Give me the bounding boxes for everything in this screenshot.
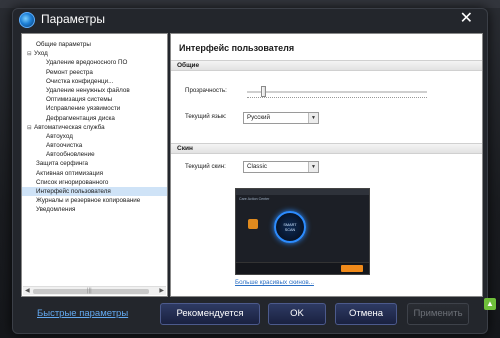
close-icon[interactable]: ✕	[460, 10, 473, 28]
transparency-slider[interactable]	[247, 86, 427, 98]
slider-thumb[interactable]	[261, 86, 266, 97]
tree-item-label: Уведомления	[36, 206, 76, 214]
tree-item[interactable]: Ремонт реестра	[22, 68, 167, 77]
page-title: Интерфейс пользователя	[179, 43, 295, 53]
tree-item[interactable]: Список игнорированного	[22, 178, 167, 187]
preview-ring-text: SMART SCAN	[283, 223, 297, 232]
language-value: Русский	[247, 114, 270, 121]
tree-item[interactable]: Автообновление	[22, 150, 167, 159]
titlebar: Параметры ✕	[13, 9, 487, 31]
window-title: Параметры	[41, 12, 105, 26]
tree-item-label: Автообновление	[46, 151, 95, 159]
tree-item[interactable]: Оптимизация системы	[22, 95, 167, 104]
tree-item[interactable]: Интерфейс пользователя	[22, 187, 167, 197]
skin-label: Текущий скин:	[185, 163, 226, 170]
tree-item-label: Удаление вредоносного ПО	[46, 59, 128, 67]
tree-item[interactable]: Активная оптимизация	[22, 169, 167, 178]
skin-preview-image: Care Action Center SMART SCAN	[235, 188, 370, 275]
cancel-button[interactable]: Отмена	[335, 303, 397, 325]
tree-item-label: Список игнорированного	[36, 178, 109, 186]
content-panel: Интерфейс пользователя Общие Прозрачност…	[170, 33, 483, 297]
skin-value: Classic	[247, 163, 267, 170]
tree-item-label: Ремонт реестра	[46, 68, 93, 76]
tree-item[interactable]: Журналы и резервное копирование	[22, 196, 167, 205]
skin-select[interactable]: Classic ▼	[243, 161, 319, 173]
language-label: Текущий язык:	[185, 113, 227, 120]
tree-item[interactable]: Уведомления	[22, 205, 167, 214]
preview-titlebar	[236, 189, 369, 195]
tree-horizontal-scrollbar[interactable]: ◀ ||| ▶	[23, 286, 166, 295]
tree-item[interactable]: Автоуход	[22, 132, 167, 141]
scroll-grip-icon: |||	[87, 288, 92, 294]
tree-item-label: Интерфейс пользователя	[36, 188, 111, 195]
apply-button[interactable]: Применить	[407, 303, 469, 325]
chevron-down-icon[interactable]: ▼	[308, 113, 318, 123]
section-general-header: Общие	[171, 60, 482, 71]
tree-item-label: Удаление ненужных файлов	[46, 86, 130, 94]
section-skins-header: Скин	[171, 143, 482, 154]
slider-line	[247, 91, 427, 93]
preview-smart-scan-ring: SMART SCAN	[274, 211, 306, 243]
settings-dialog: Параметры ✕ Общие параметры ⊟ Уход Удаление…	[12, 8, 488, 334]
chevron-down-icon[interactable]: ▼	[308, 162, 318, 172]
background-topbar	[0, 0, 500, 8]
update-badge-icon[interactable]: ▲	[484, 298, 496, 310]
tree-item-label: Журналы и резервное копирование	[36, 197, 141, 205]
tree-item[interactable]: ⊟ Уход	[22, 49, 167, 58]
language-select[interactable]: Русский ▼	[243, 112, 319, 124]
tree-item[interactable]: Очистка конфиденци...	[22, 77, 167, 86]
settings-tree[interactable]: Общие параметры ⊟ Уход Удаление вредоносног…	[21, 33, 168, 297]
app-logo-icon	[19, 12, 35, 28]
preview-tabs: Care Action Center	[239, 197, 270, 201]
tree-item[interactable]: Дефрагментация диска	[22, 114, 167, 123]
tree-item-label: Защита серфинга	[36, 160, 89, 168]
quick-settings-link[interactable]: Быстрые параметры	[37, 308, 128, 319]
scroll-left-icon[interactable]: ◀	[25, 287, 30, 296]
ok-button[interactable]: OK	[268, 303, 326, 325]
tree-item[interactable]: ⊟ Автоматическая служба	[22, 123, 167, 132]
tree-item-label: Активная оптимизация	[36, 169, 103, 177]
tree-item-label: Общие параметры	[36, 41, 91, 48]
tree-item-label: Оптимизация системы	[46, 96, 113, 104]
preview-bottom-bar	[236, 262, 369, 274]
recommended-button[interactable]: Рекомендуется	[160, 303, 260, 325]
tree-item-label: Уход	[34, 50, 48, 58]
preview-button	[341, 265, 363, 272]
tree-item-label: Автоуход	[46, 132, 73, 140]
more-skins-link[interactable]: Больше красивых скинов...	[235, 279, 314, 286]
tree-item[interactable]: Защита серфинга	[22, 159, 167, 168]
collapse-icon[interactable]: ⊟	[27, 124, 34, 132]
tree-item-label: Автоочистка	[46, 142, 83, 150]
tree-item[interactable]: Автоочистка	[22, 141, 167, 150]
transparency-label: Прозрачность:	[185, 87, 227, 94]
collapse-icon[interactable]: ⊟	[27, 50, 34, 58]
tree-item[interactable]: Удаление вредоносного ПО	[22, 58, 167, 67]
tree-item[interactable]: Удаление ненужных файлов	[22, 86, 167, 95]
tree-item[interactable]: Общие параметры	[22, 40, 167, 49]
tree-item-label: Очистка конфиденци...	[46, 77, 114, 85]
scroll-right-icon[interactable]: ▶	[159, 287, 164, 296]
tree-items: Общие параметры ⊟ Уход Удаление вредоносног…	[22, 40, 167, 215]
tree-item-label: Дефрагментация диска	[46, 114, 115, 122]
preview-icon	[248, 219, 258, 229]
tree-item-label: Автоматическая служба	[34, 123, 105, 131]
tree-item[interactable]: Исправление уязвимости	[22, 104, 167, 113]
tree-item-label: Исправление уязвимости	[46, 105, 121, 113]
